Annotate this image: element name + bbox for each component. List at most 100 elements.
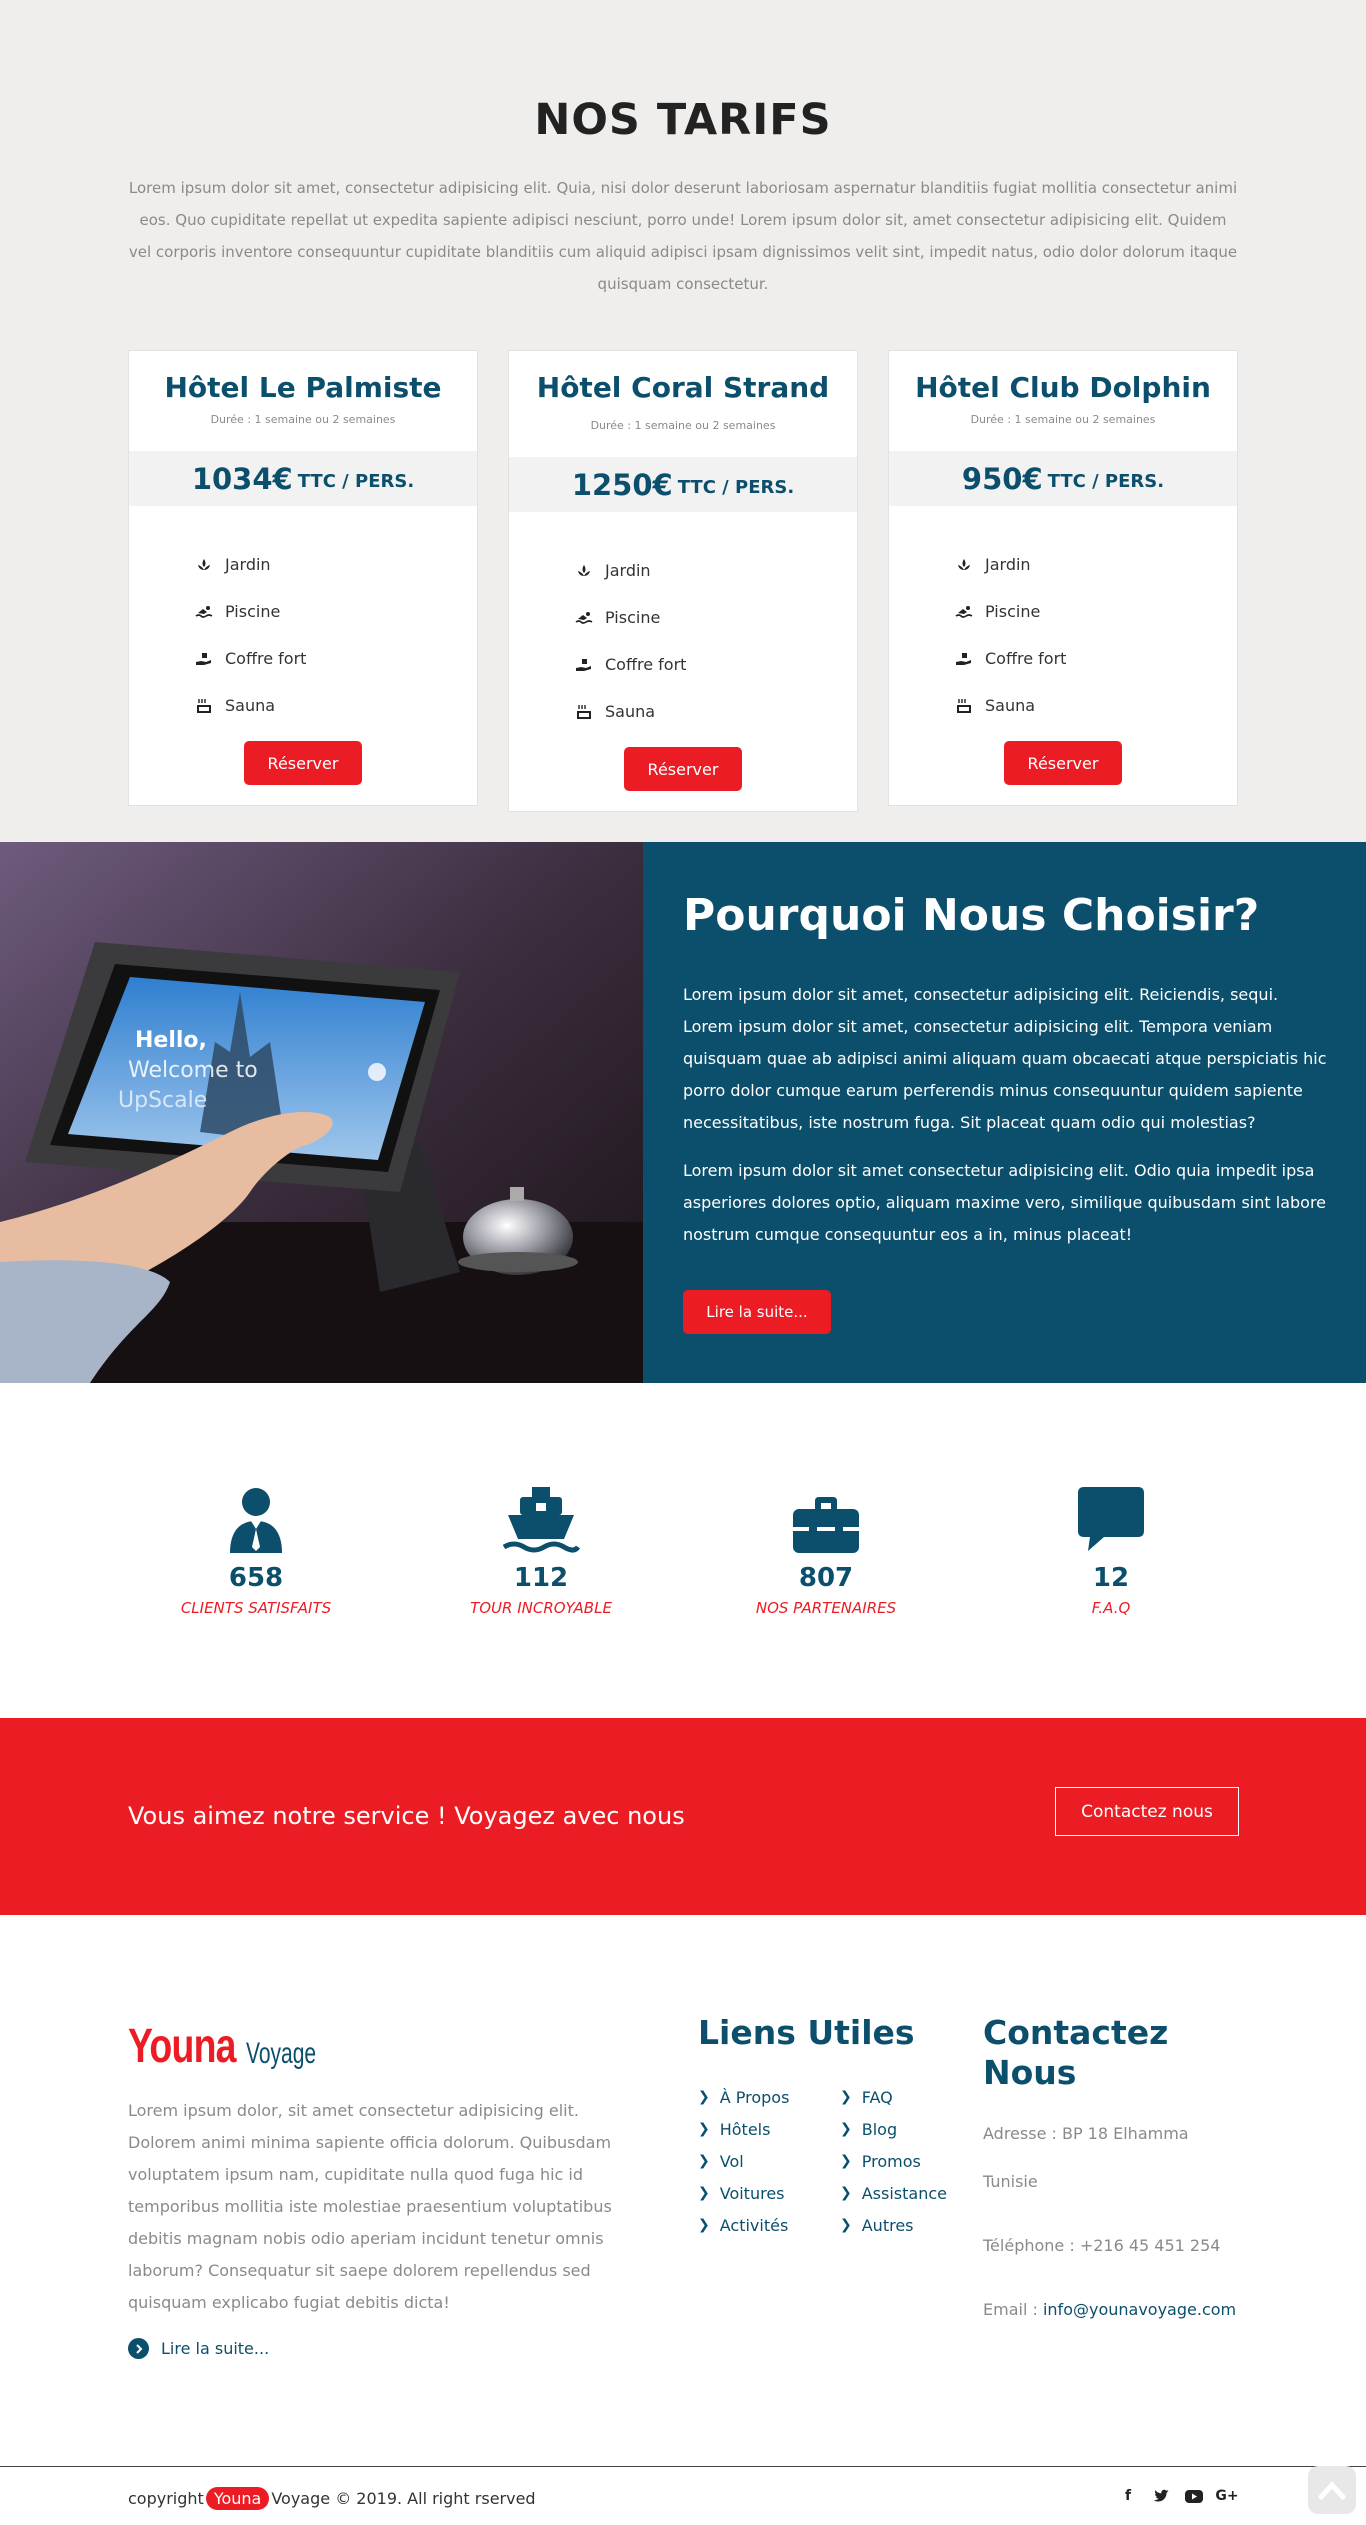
footer-link[interactable]: ❯ Activités bbox=[698, 2209, 789, 2241]
card-price-unit: TTC / PERS. bbox=[297, 470, 415, 492]
stat-item: 112 TOUR INCROYABLE bbox=[421, 1483, 661, 1617]
feature-label: Piscine bbox=[225, 602, 281, 621]
useful-links-title: Liens Utiles bbox=[698, 2013, 915, 2052]
hot-tub-icon bbox=[575, 703, 593, 721]
card-price: 1250€ bbox=[571, 467, 673, 502]
reserve-button[interactable]: Réserver bbox=[624, 747, 742, 791]
comment-icon bbox=[991, 1483, 1231, 1553]
pricing-card: Hôtel Le Palmiste Durée : 1 semaine ou 2… bbox=[128, 350, 478, 806]
stats-section: 658 CLIENTS SATISFAITS 112 TOUR INCROYAB… bbox=[0, 1383, 1366, 1718]
logo-sub-text: Voyage bbox=[246, 2037, 317, 2070]
contact-phone: Téléphone : +216 45 451 254 bbox=[983, 2236, 1221, 2255]
footer-link[interactable]: ❯ Vol bbox=[698, 2145, 789, 2177]
logo[interactable]: Youna Voyage bbox=[128, 2023, 346, 2071]
toolbox-icon bbox=[706, 1483, 946, 1553]
reserve-button[interactable]: Réserver bbox=[1004, 741, 1122, 785]
feature-list: Jardin Piscine Coffre fort Sauna bbox=[575, 547, 686, 735]
why-paragraph: Lorem ipsum dolor sit amet consectetur a… bbox=[683, 1161, 1327, 1244]
feature-item: Piscine bbox=[955, 588, 1066, 635]
footer-link[interactable]: ❯ Blog bbox=[840, 2113, 947, 2145]
scroll-to-top-button[interactable] bbox=[1308, 2466, 1356, 2514]
pricing-title: NOS TARIFS bbox=[534, 95, 832, 145]
footer-link-label: FAQ bbox=[861, 2087, 893, 2107]
reserve-button[interactable]: Réserver bbox=[244, 741, 362, 785]
footer-link-label: Hôtels bbox=[719, 2119, 771, 2139]
feature-label: Piscine bbox=[605, 608, 661, 627]
feature-list: Jardin Piscine Coffre fort Sauna bbox=[195, 541, 306, 729]
chevron-right-icon: ❯ bbox=[698, 2121, 710, 2137]
card-price: 950€ bbox=[961, 461, 1043, 496]
chevron-right-icon: ❯ bbox=[698, 2089, 710, 2105]
footer-link[interactable]: ❯ Promos bbox=[840, 2145, 947, 2177]
footer-link-label: Voitures bbox=[719, 2183, 785, 2203]
twitter-icon[interactable] bbox=[1151, 2486, 1171, 2506]
card-price-unit: TTC / PERS. bbox=[677, 476, 795, 498]
feature-label: Jardin bbox=[225, 555, 271, 574]
hot-tub-icon bbox=[195, 697, 213, 715]
card-price-band: 950€ TTC / PERS. bbox=[889, 451, 1237, 506]
why-choose-us-panel: Pourquoi Nous Choisir? Lorem ipsum dolor… bbox=[643, 842, 1366, 1383]
footer-link[interactable]: ❯ Hôtels bbox=[698, 2113, 789, 2145]
logo-main-text: Youna bbox=[128, 2020, 237, 2073]
useful-links-column: ❯ À Propos ❯ Hôtels ❯ Vol ❯ Voitures ❯ Activi… bbox=[698, 2081, 789, 2241]
footer-link-label: Assistance bbox=[861, 2183, 947, 2203]
footer-link[interactable]: ❯ À Propos bbox=[698, 2081, 789, 2113]
why-paragraph: Lorem ipsum dolor sit amet, consectetur … bbox=[683, 985, 1327, 1132]
card-duration: Durée : 1 semaine ou 2 semaines bbox=[210, 413, 396, 426]
contact-title: Contactez Nous bbox=[983, 2013, 1169, 2092]
card-duration: Durée : 1 semaine ou 2 semaines bbox=[590, 419, 776, 432]
hand-holding-icon bbox=[575, 656, 593, 674]
user-tie-icon bbox=[136, 1483, 376, 1553]
chevron-up-icon bbox=[1318, 2481, 1346, 2500]
hot-tub-icon bbox=[955, 697, 973, 715]
chevron-right-icon: ❯ bbox=[698, 2153, 710, 2169]
cta-band: Vous aimez notre service ! Voyagez avec … bbox=[0, 1718, 1366, 1915]
google-plus-icon[interactable]: G+ bbox=[1215, 2486, 1238, 2506]
tablet-greeting: Hello, bbox=[135, 1028, 207, 1053]
hand-holding-icon bbox=[195, 650, 213, 668]
facebook-icon[interactable]: f bbox=[1118, 2486, 1138, 2506]
feature-item: Sauna bbox=[195, 682, 306, 729]
chevron-right-icon: ❯ bbox=[840, 2153, 852, 2169]
contact-email-row: Email : info@younavoyage.com bbox=[983, 2300, 1236, 2319]
swimmer-icon bbox=[195, 603, 213, 621]
card-price-unit: TTC / PERS. bbox=[1047, 470, 1165, 492]
youtube-icon[interactable] bbox=[1184, 2486, 1204, 2506]
tablet-welcome: Welcome to bbox=[128, 1058, 258, 1083]
footer-link[interactable]: ❯ FAQ bbox=[840, 2081, 947, 2113]
footer-about-text: Lorem ipsum dolor, sit amet consectetur … bbox=[128, 2101, 612, 2312]
pricing-card: Hôtel Coral Strand Durée : 1 semaine ou … bbox=[508, 350, 858, 812]
copyright-suffix: Voyage © 2019. All right rserved bbox=[271, 2489, 536, 2508]
feature-label: Sauna bbox=[605, 702, 656, 721]
footer-divider bbox=[0, 2466, 1366, 2467]
contact-us-button[interactable]: Contactez nous bbox=[1055, 1787, 1239, 1836]
copyright-brand: Youna bbox=[205, 2487, 270, 2510]
feature-item: Piscine bbox=[575, 594, 686, 641]
stat-value: 807 bbox=[798, 1563, 854, 1593]
card-price: 1034€ bbox=[191, 461, 293, 496]
footer-link[interactable]: ❯ Autres bbox=[840, 2209, 947, 2241]
spa-icon bbox=[195, 556, 213, 574]
ship-icon bbox=[421, 1483, 661, 1553]
spa-icon bbox=[575, 562, 593, 580]
card-hotel-name: Hôtel Le Palmiste bbox=[164, 371, 442, 404]
feature-item: Jardin bbox=[575, 547, 686, 594]
stat-item: 807 NOS PARTENAIRES bbox=[706, 1483, 946, 1617]
contact-country: Tunisie bbox=[983, 2172, 1038, 2191]
footer-link-label: Promos bbox=[861, 2151, 921, 2171]
footer-read-more-link[interactable]: Lire la suite... bbox=[128, 2338, 269, 2359]
footer: Youna Voyage Lorem ipsum dolor, sit amet… bbox=[0, 1915, 1366, 2525]
contact-email-link[interactable]: info@younavoyage.com bbox=[1043, 2300, 1236, 2319]
footer-link[interactable]: ❯ Assistance bbox=[840, 2177, 947, 2209]
footer-link-label: Vol bbox=[719, 2151, 744, 2171]
swimmer-icon bbox=[955, 603, 973, 621]
pricing-section: NOS TARIFS Lorem ipsum dolor sit amet, c… bbox=[0, 0, 1366, 842]
footer-link[interactable]: ❯ Voitures bbox=[698, 2177, 789, 2209]
feature-label: Sauna bbox=[985, 696, 1036, 715]
card-duration: Durée : 1 semaine ou 2 semaines bbox=[970, 413, 1156, 426]
copyright-prefix: copyright bbox=[128, 2489, 204, 2508]
stat-label: TOUR INCROYABLE bbox=[470, 1599, 612, 1617]
read-more-button[interactable]: Lire la suite... bbox=[683, 1290, 831, 1334]
chevron-right-icon: ❯ bbox=[698, 2217, 710, 2233]
hotel-tablet-photo: Hello, Welcome to UpScale bbox=[0, 842, 643, 1383]
